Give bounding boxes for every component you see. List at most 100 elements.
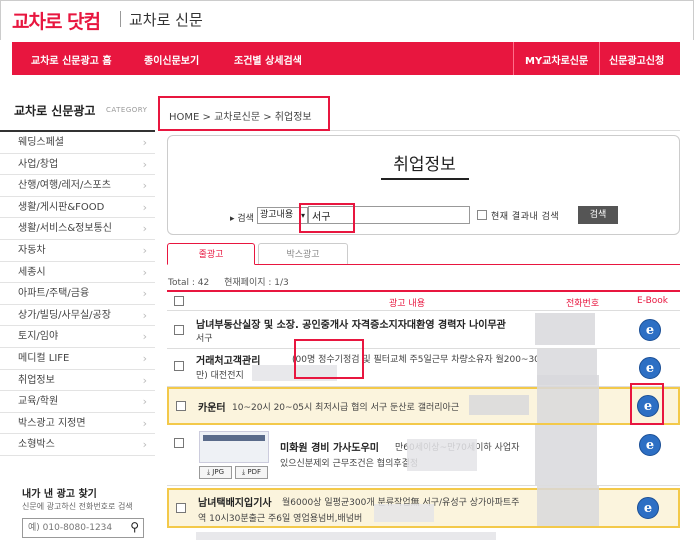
- sidebar-item-label: 상가/빌딩/사무실/공장: [18, 309, 111, 321]
- sidebar-item-label: 세종시: [18, 266, 46, 278]
- redacted-phone: [535, 313, 595, 345]
- ebook-icon[interactable]: e: [639, 434, 661, 456]
- table-row[interactable]: [167, 530, 680, 540]
- sidebar-item-medical[interactable]: 메디컬 LIFE ›: [0, 348, 155, 370]
- select-all-checkbox[interactable]: [174, 296, 184, 306]
- tab-box-ads[interactable]: 박스광고: [258, 243, 348, 265]
- ebook-highlight: [630, 383, 664, 425]
- breadcrumb-highlight: HOME > 교차로신문 > 취업정보: [158, 96, 330, 131]
- breadcrumb-divider: [330, 130, 680, 131]
- sidebar-item-label: 아파트/주택/금융: [18, 288, 90, 300]
- search-icon[interactable]: ⚲: [130, 520, 139, 534]
- table-row[interactable]: 카운터 10~20시 20~05시 최저시급 협의 서구 둔산로 갤러리아근 e: [167, 375, 680, 425]
- sidebar-item-small-box[interactable]: 소형박스 ›: [0, 434, 155, 456]
- ebook-icon[interactable]: e: [637, 497, 659, 519]
- pdf-download-button[interactable]: ⤓ PDF: [235, 466, 268, 479]
- sidebar-item-land[interactable]: 토지/임야 ›: [0, 326, 155, 348]
- chevron-right-icon: ›: [142, 373, 147, 387]
- ad-thumbnail[interactable]: [199, 431, 269, 463]
- chevron-right-icon: ›: [142, 136, 147, 149]
- sidebar-item-commercial[interactable]: 상가/빌딩/사무실/공장 ›: [0, 305, 155, 327]
- chevron-right-icon: ›: [142, 243, 147, 257]
- sidebar-item-apartment[interactable]: 아파트/주택/금융 ›: [0, 283, 155, 305]
- sidebar-item-label: 박스광고 지정면: [18, 417, 86, 429]
- redacted-text: [469, 395, 529, 415]
- sidebar-item-leisure[interactable]: 산행/여행/레저/스포츠 ›: [0, 175, 155, 197]
- table-row[interactable]: 남녀택배지입기사 월6000상 일평균300개 분류작업無 서구/유성구 상가아…: [167, 486, 680, 528]
- sidebar-item-label: 메디컬 LIFE: [18, 352, 70, 364]
- sidebar-category-label: CATEGORY: [106, 106, 148, 114]
- ebook-icon[interactable]: e: [639, 319, 661, 341]
- nav-my[interactable]: MY교차로신문: [525, 52, 588, 67]
- row-title[interactable]: 카운터: [198, 399, 226, 414]
- find-ad-input[interactable]: [23, 519, 123, 537]
- row-checkbox[interactable]: [174, 361, 184, 371]
- title-underline: [381, 178, 469, 180]
- nav-divider: [599, 42, 600, 75]
- row-body: 10~20시 20~05시 최저시급 협의 서구 둔산로 갤러리아근: [232, 403, 460, 413]
- site-logo[interactable]: 교차로 닷컴: [12, 7, 101, 34]
- chevron-right-icon: ›: [142, 200, 147, 214]
- chevron-right-icon: ›: [142, 265, 147, 279]
- jpg-label: JPG: [212, 468, 225, 476]
- sidebar-item-car[interactable]: 자동차 ›: [0, 240, 155, 262]
- row-title[interactable]: 남녀부동산실장 및 소장. 공인중개사 자격증소지자대환영 경력자 나이무관: [196, 316, 536, 331]
- table-row[interactable]: 남녀부동산실장 및 소장. 공인중개사 자격증소지자대환영 경력자 나이무관 서…: [167, 311, 680, 349]
- nav-paper[interactable]: 종이신문보기: [144, 52, 199, 67]
- site-sub-logo[interactable]: 교차로 신문: [129, 9, 203, 30]
- sidebar-item-label: 생활/서비스&정보통신: [18, 223, 112, 235]
- row-checkbox[interactable]: [176, 401, 186, 411]
- sidebar-list: 웨딩스페셜 › 사업/창업 › 산행/여행/레저/스포츠 › 생활/게시판&FOOD ›…: [0, 130, 155, 456]
- breadcrumb[interactable]: HOME > 교차로신문 > 취업정보: [169, 108, 312, 123]
- search-button[interactable]: 검색: [578, 206, 618, 224]
- search-within-label: 현재 결과내 검색: [491, 212, 560, 222]
- sidebar-item-life-service[interactable]: 생활/서비스&정보통신 ›: [0, 218, 155, 240]
- sidebar-item-wedding[interactable]: 웨딩스페셜 ›: [0, 132, 155, 154]
- nav-apply[interactable]: 신문광고신청: [609, 52, 664, 67]
- redacted-phone: [537, 375, 599, 423]
- row-checkbox[interactable]: [176, 503, 186, 513]
- sidebar-item-label: 웨딩스페셜: [18, 137, 64, 148]
- col-content-header: 광고 내용: [389, 299, 425, 309]
- redacted-phone: [535, 425, 597, 485]
- jpg-download-button[interactable]: ⤓ JPG: [199, 466, 232, 479]
- chevron-right-icon: ›: [142, 438, 147, 452]
- chevron-right-icon: ›: [142, 287, 147, 301]
- row-title[interactable]: 미화원 경비 가사도우미: [280, 439, 390, 454]
- chevron-right-icon: ›: [142, 395, 147, 409]
- row-checkbox[interactable]: [174, 438, 184, 448]
- chevron-right-icon: ›: [142, 222, 147, 236]
- find-ad-box: ⚲: [22, 518, 144, 538]
- chevron-right-icon: ›: [142, 330, 147, 344]
- main-navbar: 교차로 신문광고 홈 종이신문보기 조건별 상세검색 MY교차로신문 신문광고신…: [12, 42, 680, 75]
- table-row[interactable]: 거래처고객관리 (00명 정수기정검 및 필터교체 주5일근무 차량소유자 월2…: [167, 349, 680, 387]
- sidebar-item-label: 교육/학원: [18, 396, 59, 408]
- sidebar-item-sejong[interactable]: 세종시 ›: [0, 262, 155, 284]
- chevron-right-icon: ›: [142, 179, 147, 193]
- sidebar-item-jobs[interactable]: 취업정보 ›: [0, 370, 155, 392]
- redacted-phone: [537, 486, 599, 526]
- search-type-value: 광고내용: [260, 210, 294, 220]
- sidebar-item-box-ad[interactable]: 박스광고 지정면 ›: [0, 413, 155, 435]
- sidebar-item-education[interactable]: 교육/학원 ›: [0, 391, 155, 413]
- page-title: 취업정보: [393, 155, 456, 175]
- table-header: 광고 내용 전화번호 E-Book: [167, 290, 680, 311]
- sidebar-item-label: 취업정보: [18, 374, 55, 386]
- redacted-text: [374, 504, 434, 522]
- sidebar-item-label: 소형박스: [18, 439, 55, 451]
- find-ad-desc: 신문에 광고하신 전화번호로 검색: [22, 502, 133, 511]
- nav-home[interactable]: 교차로 신문광고 홈: [31, 52, 112, 67]
- search-within-checkbox[interactable]: [477, 210, 487, 220]
- nav-detail-search[interactable]: 조건별 상세검색: [234, 52, 302, 67]
- chevron-right-icon: ›: [142, 416, 147, 430]
- redacted-text: [196, 532, 496, 540]
- row-checkbox[interactable]: [174, 325, 184, 335]
- chevron-right-icon: ›: [142, 351, 147, 365]
- page-indicator: 현재페이지 : 1/3: [224, 278, 289, 288]
- ebook-icon[interactable]: e: [639, 357, 661, 379]
- sidebar-item-label: 사업/창업: [18, 158, 59, 170]
- sidebar-item-business[interactable]: 사업/창업 ›: [0, 154, 155, 176]
- sidebar-item-life-food[interactable]: 생활/게시판&FOOD ›: [0, 197, 155, 219]
- chevron-right-icon: ›: [142, 308, 147, 322]
- tab-line-ads[interactable]: 줄광고: [167, 243, 255, 265]
